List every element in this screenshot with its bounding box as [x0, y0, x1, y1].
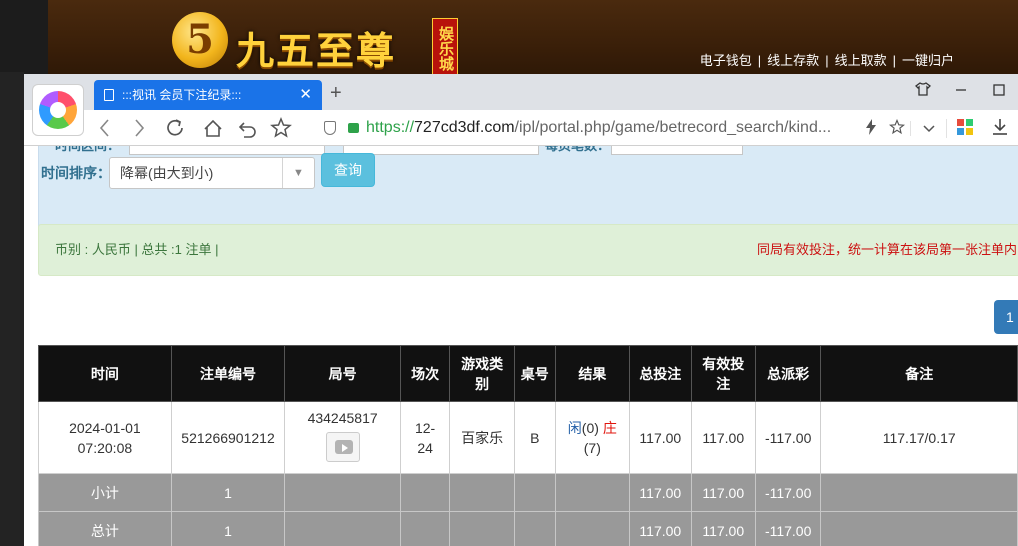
- lock-icon: [348, 123, 359, 133]
- total-total-bet: 117.00: [629, 511, 692, 546]
- table-row: 2024-01-01 07:20:08 521266901212 43424581…: [38, 401, 1018, 474]
- cell-session: 12- 24: [399, 401, 451, 474]
- col-valid-bet: 有效投注: [690, 345, 756, 402]
- back-icon[interactable]: [98, 110, 112, 146]
- top-link-withdraw[interactable]: 线上取款: [835, 53, 887, 68]
- site-logo-text: 九五至尊: [236, 28, 397, 73]
- page-size-select[interactable]: 100: [611, 146, 743, 155]
- minimize-icon[interactable]: [942, 74, 980, 110]
- favorite-star-icon[interactable]: [270, 110, 292, 146]
- video-replay-icon[interactable]: [325, 432, 360, 462]
- col-time: 时间: [38, 345, 172, 402]
- site-header: 5 九五至尊 娱乐城 电子钱包 | 线上存款 | 线上取款 | 一键归户: [48, 0, 1018, 76]
- browser-tab-bar: :::视讯 会员下注纪录::: ✕ +: [24, 74, 1018, 110]
- date-start-input[interactable]: 2024-01-01: [129, 146, 325, 155]
- chevron-down-icon[interactable]: [910, 120, 946, 136]
- address-bar-row: https://727cd3df.com/ipl/portal.php/game…: [24, 110, 1018, 146]
- undo-icon[interactable]: [238, 110, 258, 146]
- shirt-icon[interactable]: [904, 74, 942, 110]
- bet-rule-notice: 同局有效投注，统一计算在该局第一张注单内: [756, 242, 1017, 257]
- top-link-deposit[interactable]: 线上存款: [767, 53, 819, 68]
- col-note: 备注: [820, 345, 1018, 402]
- subtotal-total-bet: 117.00: [629, 473, 692, 512]
- cell-round-id: 434245817: [284, 401, 401, 474]
- new-tab-button[interactable]: +: [330, 80, 342, 106]
- reload-icon[interactable]: [166, 110, 186, 146]
- table-header-row: 时间 注单编号 局号 场次 游戏类别 桌号 结果 总投注 有效投注 总派彩 备注: [38, 345, 1018, 402]
- cell-total-bet: 117.00: [629, 401, 692, 474]
- cell-bet-id: 521266901212: [170, 401, 286, 474]
- desktop-left-strip-inner: [0, 72, 24, 546]
- window-controls: [904, 74, 1018, 110]
- sort-order-select[interactable]: 降幂(由大到小) ▼: [109, 157, 315, 189]
- security-shield-icon: [324, 121, 336, 135]
- col-result: 结果: [554, 345, 631, 402]
- cell-valid-bet: 117.00: [690, 401, 756, 474]
- url-field[interactable]: https://727cd3df.com/ipl/portal.php/game…: [310, 114, 888, 142]
- col-game-type: 游戏类别: [449, 345, 516, 402]
- total-count: 1: [170, 511, 286, 546]
- cell-result: 闲(0) 庄 (7): [554, 401, 631, 474]
- col-payout: 总派彩: [754, 345, 822, 402]
- col-session: 场次: [399, 345, 451, 402]
- date-range-label: 时间区间：: [55, 146, 120, 154]
- apps-grid-icon[interactable]: [946, 118, 982, 138]
- top-link-consolidate[interactable]: 一键归户: [902, 53, 954, 68]
- cell-time: 2024-01-01 07:20:08: [38, 401, 172, 474]
- cell-note: 117.17/0.17: [820, 401, 1018, 474]
- browser-window: :::视讯 会员下注纪录::: ✕ + https://727cd3df.com…: [24, 74, 1018, 546]
- col-total-bet: 总投注: [629, 345, 692, 402]
- total-row: 总计 1 117.00 117.00 -117.00: [38, 511, 1018, 546]
- pagination-page-1[interactable]: 1: [994, 300, 1018, 334]
- page-doc-icon: [104, 89, 114, 101]
- subtotal-valid-bet: 117.00: [690, 473, 756, 512]
- url-text: https://727cd3df.com/ipl/portal.php/game…: [366, 119, 832, 136]
- summary-info-bar: 币别 : 人民币 | 总共 :1 注单 | 同局有效投注，统一计算在该局第一张注…: [38, 224, 1018, 276]
- total-valid-bet: 117.00: [690, 511, 756, 546]
- forward-icon[interactable]: [132, 110, 146, 146]
- query-button[interactable]: 查询: [321, 153, 375, 187]
- subtotal-count: 1: [170, 473, 286, 512]
- total-payout: -117.00: [754, 511, 822, 546]
- home-icon[interactable]: [202, 110, 224, 146]
- subtotal-payout: -117.00: [754, 473, 822, 512]
- page-size-label: 每页笔数：: [545, 146, 610, 154]
- browser-app-icon[interactable]: [32, 84, 84, 136]
- site-logo-badge: 娱乐城: [432, 18, 458, 76]
- select-caret-icon: ▼: [282, 158, 314, 188]
- subtotal-label: 小计: [38, 473, 172, 512]
- col-bet-id: 注单编号: [170, 345, 286, 402]
- lightning-icon[interactable]: [858, 118, 884, 138]
- bet-records-table: 时间 注单编号 局号 场次 游戏类别 桌号 结果 总投注 有效投注 总派彩 备注…: [38, 345, 1018, 546]
- bookmark-star-icon[interactable]: [884, 118, 910, 138]
- cell-payout: -117.00: [754, 401, 822, 474]
- download-icon[interactable]: [982, 118, 1018, 139]
- maximize-icon[interactable]: [980, 74, 1018, 110]
- page-content: 时间区间： 2024-01-01 2024-01-01 每页笔数： 100 时间…: [24, 146, 1018, 546]
- top-link-wallet[interactable]: 电子钱包: [700, 53, 752, 68]
- browser-tab-active[interactable]: :::视讯 会员下注纪录::: ✕: [94, 80, 322, 110]
- cell-game-type: 百家乐: [449, 401, 516, 474]
- cell-table-no: B: [514, 401, 556, 474]
- col-round-id: 局号: [284, 345, 401, 402]
- sort-order-value: 降幂(由大到小): [120, 165, 214, 181]
- currency-summary: 币别 : 人民币 | 总共 :1 注单 |: [55, 242, 219, 257]
- tab-close-icon[interactable]: ✕: [299, 80, 312, 110]
- site-logo-emblem: 5: [172, 12, 228, 68]
- total-label: 总计: [38, 511, 172, 546]
- sort-label: 时间排序：: [41, 165, 111, 181]
- subtotal-row: 小计 1 117.00 117.00 -117.00: [38, 473, 1018, 512]
- toolbar-right-icons: [858, 110, 1018, 146]
- col-table-no: 桌号: [514, 345, 556, 402]
- tab-title: :::视讯 会员下注纪录:::: [122, 88, 242, 102]
- site-top-links: 电子钱包 | 线上存款 | 线上取款 | 一键归户: [699, 53, 954, 68]
